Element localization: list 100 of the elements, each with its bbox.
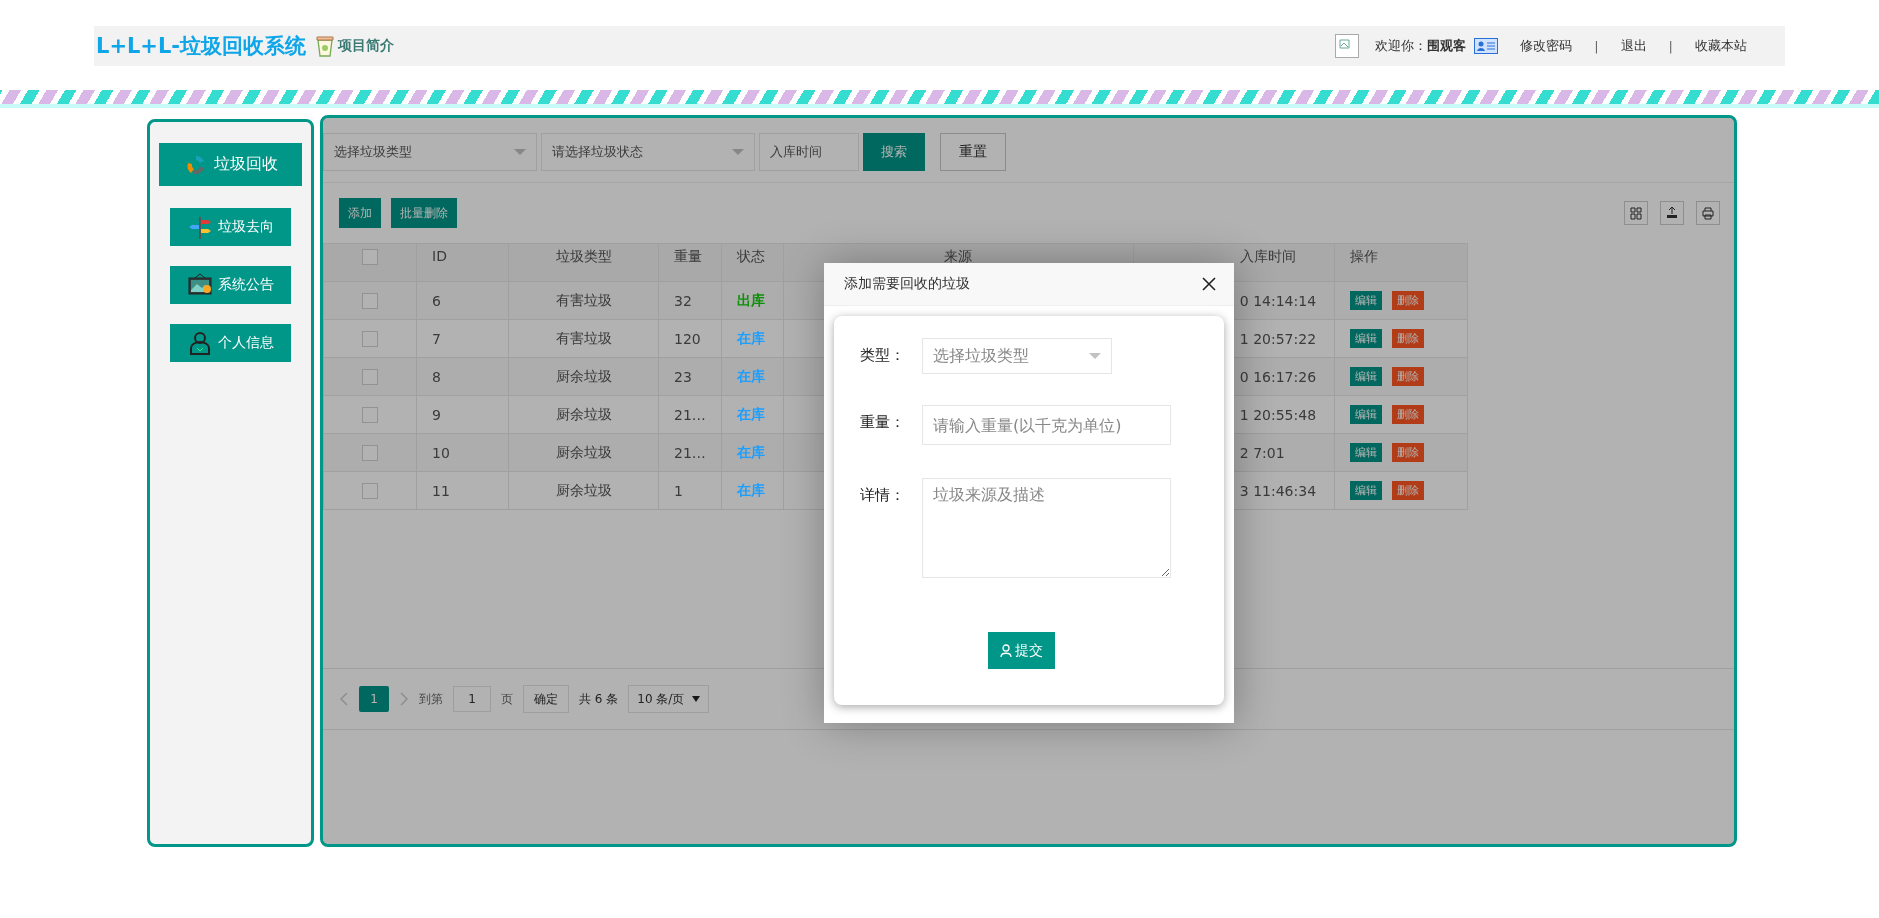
select-field[interactable]: 选择垃圾类型 [922, 338, 1112, 374]
intro-link[interactable]: 项目简介 [314, 34, 395, 58]
page-size-select[interactable]: 10 条/页 [628, 685, 710, 713]
close-icon[interactable] [1202, 277, 1216, 291]
header-link[interactable]: 修改密码 [1520, 37, 1573, 55]
delete-button[interactable]: 删除 [1391, 405, 1424, 424]
table-cell: 厨余垃圾 [508, 471, 659, 510]
column-header: ID [416, 243, 509, 282]
edit-button[interactable]: 编辑 [1349, 291, 1382, 310]
checkbox[interactable] [362, 369, 378, 385]
site-title[interactable]: L+L+L-垃圾回收系统 [96, 32, 307, 60]
checkbox[interactable] [362, 293, 378, 309]
weight-input[interactable]: 请输入重量(以千克为单位) [922, 405, 1171, 445]
header-link[interactable]: 退出 [1620, 37, 1647, 55]
edit-button[interactable]: 编辑 [1349, 443, 1382, 462]
table-cell: 120 [658, 319, 722, 358]
table-cell: 6 [416, 281, 509, 320]
delete-button[interactable]: 删除 [1391, 291, 1424, 310]
export-icon [1665, 206, 1679, 220]
column-header: 重量 [658, 243, 722, 282]
table-cell: 10 [416, 433, 509, 472]
delete-button[interactable]: 删除 [1391, 443, 1424, 462]
table-cell: 11 [416, 471, 509, 510]
sidebar-item[interactable]: 系统公告 [170, 266, 291, 304]
table-cell: 9 [416, 395, 509, 434]
details-textarea[interactable]: 垃圾来源及描述 [922, 478, 1171, 578]
status-text: 在库 [736, 367, 765, 384]
field-label: 重量： [860, 412, 906, 432]
caret-icon [514, 149, 526, 155]
field-label: 详情： [860, 485, 906, 505]
status-text: 出库 [736, 291, 765, 308]
sidebar-item[interactable]: 垃圾回收 [159, 143, 302, 186]
delete-button[interactable]: 删除 [1391, 329, 1424, 348]
prev-page-icon [339, 692, 349, 706]
signpost-icon [187, 215, 212, 239]
add-button[interactable]: 添加 [339, 198, 381, 228]
table-cell: 厨余垃圾 [508, 357, 659, 396]
export-button[interactable] [1660, 201, 1684, 225]
caret-icon [692, 696, 701, 702]
table-cell: 有害垃圾 [508, 281, 659, 320]
header-link[interactable]: 收藏本站 [1695, 37, 1747, 55]
next-page-icon [399, 692, 409, 706]
reset-button[interactable]: 重置 [940, 133, 1006, 171]
table-cell: 21… [658, 433, 722, 472]
print-button[interactable] [1696, 201, 1720, 225]
table-cell: 23 [658, 357, 722, 396]
status-text: 在库 [736, 405, 765, 422]
edit-button[interactable]: 编辑 [1349, 367, 1382, 386]
caret-icon [1089, 353, 1101, 359]
status-text: 在库 [736, 481, 765, 498]
table-cell: 8 [416, 357, 509, 396]
edit-button[interactable]: 编辑 [1349, 405, 1382, 424]
table-cell: 21… [658, 395, 722, 434]
separator-text: | [1668, 38, 1673, 54]
checkbox[interactable] [362, 483, 378, 499]
id-card-icon [1474, 38, 1499, 54]
goto-label: 到第 [419, 690, 443, 708]
page-input[interactable]: 1 [453, 686, 491, 712]
sidebar-item[interactable]: 个人信息 [170, 324, 291, 362]
column-header: 操作 [1334, 243, 1468, 282]
print-icon [1701, 206, 1715, 220]
sidebar-item[interactable]: 垃圾去向 [170, 208, 291, 246]
table-cell: 厨余垃圾 [508, 395, 659, 434]
table-cell: 有害垃圾 [508, 319, 659, 358]
checkbox[interactable] [362, 331, 378, 347]
table-cell: 1 [658, 471, 722, 510]
delete-button[interactable]: 删除 [1391, 367, 1424, 386]
caret-icon [732, 149, 744, 155]
separator-text: | [1594, 38, 1599, 54]
column-header: 状态 [721, 243, 784, 282]
checkbox[interactable] [362, 407, 378, 423]
field-label: 类型： [860, 345, 906, 365]
select-field[interactable]: 请选择垃圾状态 [541, 133, 755, 171]
search-button[interactable]: 搜索 [863, 133, 925, 171]
status-text: 在库 [736, 443, 765, 460]
broken-image-icon [1335, 34, 1360, 58]
batch-delete-button[interactable]: 批量删除 [391, 198, 457, 228]
status-text: 在库 [736, 329, 765, 346]
date-field[interactable]: 入库时间 [759, 133, 859, 171]
cup-icon [314, 34, 337, 58]
table-cell: 7 [416, 319, 509, 358]
table-cell: 32 [658, 281, 722, 320]
page-unit-label: 页 [501, 690, 513, 708]
edit-button[interactable]: 编辑 [1349, 481, 1382, 500]
checkbox[interactable] [362, 445, 378, 461]
table-cell: 厨余垃圾 [508, 433, 659, 472]
delete-button[interactable]: 删除 [1391, 481, 1424, 500]
submit-button[interactable]: 提交 [988, 632, 1055, 669]
notice-board-icon [187, 273, 212, 297]
person-icon [1000, 643, 1012, 658]
page-button[interactable]: 1 [359, 686, 389, 712]
columns-button[interactable] [1624, 201, 1648, 225]
columns-icon [1629, 206, 1643, 220]
welcome-text: 欢迎你： [1375, 37, 1428, 55]
select-field[interactable]: 选择垃圾类型 [323, 133, 537, 171]
person-icon [187, 331, 212, 355]
edit-button[interactable]: 编辑 [1349, 329, 1382, 348]
confirm-button[interactable]: 确定 [523, 685, 569, 713]
column-header: 垃圾类型 [508, 243, 659, 282]
checkbox[interactable] [362, 249, 378, 265]
